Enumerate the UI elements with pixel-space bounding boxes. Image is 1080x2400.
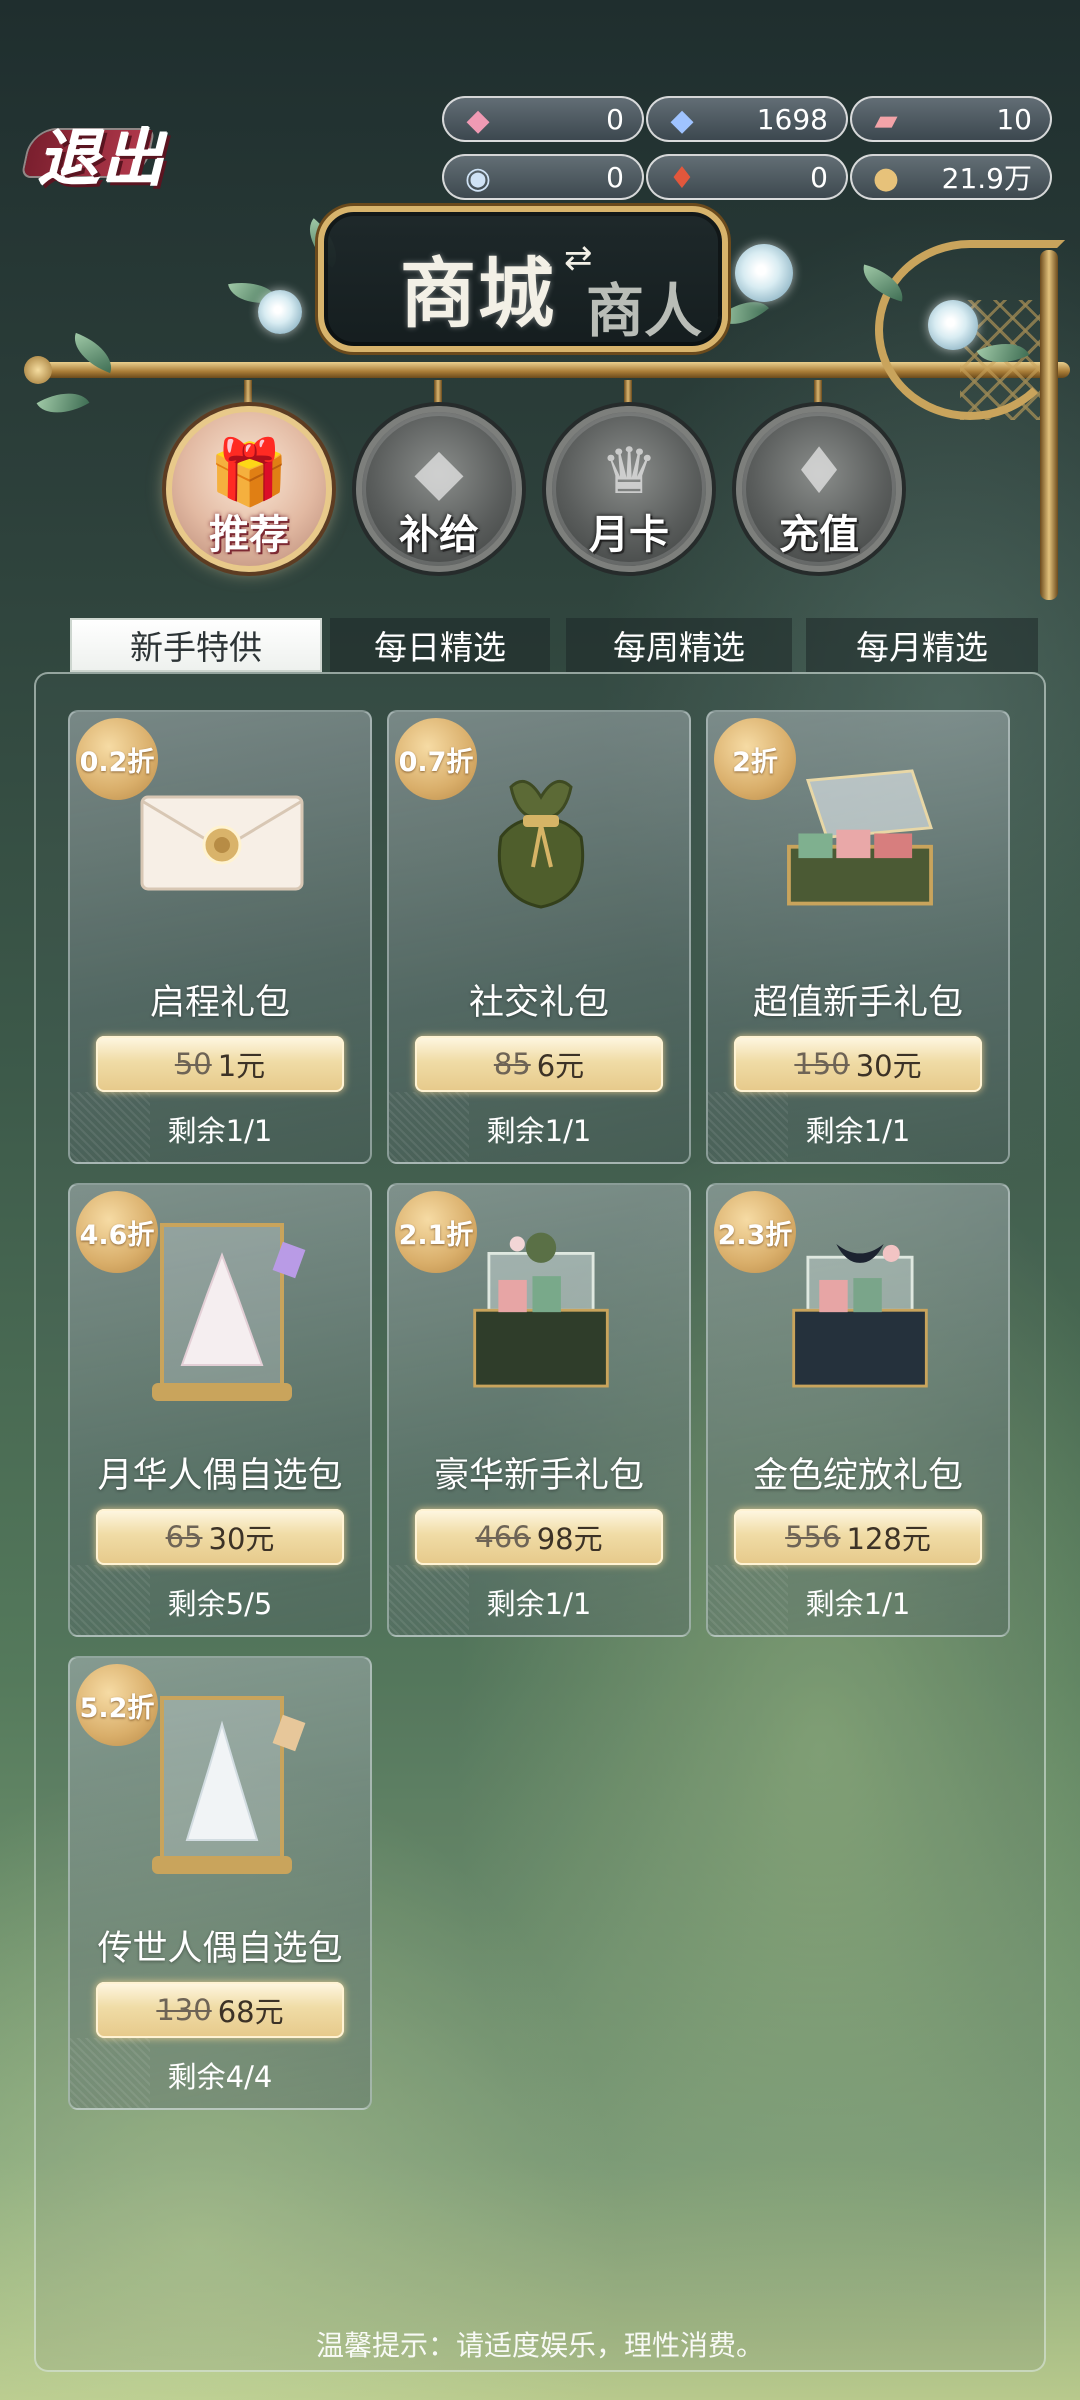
original-price: 65 — [165, 1520, 203, 1554]
stock-remaining: 剩余1/1 — [486, 1587, 592, 1621]
exit-label: 退出 — [37, 122, 166, 195]
green-gift-chest-icon — [451, 1225, 631, 1405]
open-gift-box-icon — [770, 752, 950, 932]
sale-price: 1元 — [217, 1049, 266, 1083]
stock-remaining: 剩余1/1 — [167, 1114, 273, 1148]
original-price: 466 — [475, 1520, 531, 1554]
product-card[interactable]: 4.6折 月华人偶自选包 65 30元 剩余5/5 — [68, 1183, 372, 1637]
tab-newbie-special[interactable]: 新手特供 — [70, 618, 322, 672]
navy-gift-chest-icon — [770, 1225, 950, 1405]
gold-coins-icon: ● — [872, 160, 900, 196]
tab-daily-picks[interactable]: 每日精选 — [330, 618, 550, 672]
product-name: 月华人偶自选包 — [97, 1456, 343, 1496]
tab-weekly-picks[interactable]: 每周精选 — [566, 618, 792, 672]
leaf-decoration — [36, 380, 90, 426]
product-name: 传世人偶自选包 — [97, 1929, 343, 1969]
currency-value: 0 — [606, 160, 624, 194]
original-price: 50 — [174, 1047, 212, 1081]
buy-button[interactable]: 65 30元 — [96, 1509, 344, 1565]
currency-value: 0 — [810, 160, 828, 194]
currency-button-token[interactable]: ◉ 0 — [442, 154, 644, 200]
cloth-pouch-icon — [451, 752, 631, 932]
buy-button[interactable]: 150 30元 — [734, 1036, 982, 1092]
pink-crystal-icon: ◆ — [466, 102, 490, 138]
sale-price: 6元 — [536, 1049, 585, 1083]
sale-price: 30元 — [208, 1522, 275, 1556]
product-name: 启程礼包 — [149, 983, 290, 1023]
category-monthly-card[interactable]: ♛ 月卡 — [546, 380, 712, 572]
currency-pink-ticket[interactable]: ▰ 10 — [850, 96, 1052, 142]
original-price: 130 — [156, 1993, 212, 2027]
white-rose-decoration — [928, 300, 978, 350]
product-name: 豪华新手礼包 — [433, 1456, 644, 1496]
buy-button[interactable]: 466 98元 — [415, 1509, 663, 1565]
product-card[interactable]: 2折 超值新手礼包 150 30元 剩余1/1 — [706, 710, 1010, 1164]
crystal-icon: ◆ — [414, 435, 464, 509]
original-price: 556 — [785, 1520, 841, 1554]
crown-card-icon: ♛ — [600, 435, 658, 509]
buy-button[interactable]: 556 128元 — [734, 1509, 982, 1565]
original-price: 150 — [794, 1047, 850, 1081]
shop-sign: 商城 ⇄ 商人 — [318, 206, 728, 352]
category-supply[interactable]: ◆ 补给 — [356, 380, 522, 572]
sale-price: 128元 — [846, 1522, 931, 1556]
stock-remaining: 剩余1/1 — [486, 1114, 592, 1148]
tab-monthly-picks[interactable]: 每月精选 — [806, 618, 1038, 672]
product-name: 金色绽放礼包 — [752, 1456, 963, 1496]
sale-price: 30元 — [855, 1049, 922, 1083]
product-card[interactable]: 2.3折 金色绽放礼包 556 128元 剩余1/1 — [706, 1183, 1010, 1637]
currency-value: 0 — [606, 102, 624, 136]
button-token-icon: ◉ — [464, 160, 492, 196]
currency-value: 21.9万 — [941, 162, 1032, 195]
original-price: 85 — [493, 1047, 531, 1081]
currency-red-gem[interactable]: ♦ 0 — [646, 154, 848, 200]
gem-icon: ♦ — [790, 435, 848, 509]
blue-crystal-icon: ◆ — [670, 102, 694, 138]
category-recommended[interactable]: 🎁 推荐 — [166, 380, 332, 572]
product-name: 社交礼包 — [468, 983, 609, 1023]
category-recharge[interactable]: ♦ 充值 — [736, 380, 902, 572]
category-label: 补给 — [399, 511, 479, 558]
sign-rod-finial — [24, 356, 52, 384]
product-card[interactable]: 5.2折 传世人偶自选包 130 68元 剩余4/4 — [68, 1656, 372, 2110]
product-card[interactable]: 0.2折 启程礼包 50 1元 剩余1/1 — [68, 710, 372, 1164]
stock-remaining: 剩余1/1 — [805, 1587, 911, 1621]
category-label: 推荐 — [209, 511, 289, 558]
category-label: 月卡 — [589, 511, 669, 558]
pink-ticket-icon: ▰ — [874, 102, 898, 138]
exit-button[interactable]: 退出 — [14, 112, 190, 195]
white-rose-decoration — [735, 244, 793, 302]
currency-value: 1698 — [756, 102, 828, 136]
stock-remaining: 剩余4/4 — [167, 2060, 273, 2094]
merchant-switch[interactable]: 商人 — [586, 264, 702, 348]
buy-button[interactable]: 85 6元 — [415, 1036, 663, 1092]
buy-button[interactable]: 130 68元 — [96, 1982, 344, 2038]
sale-price: 68元 — [217, 1995, 284, 2029]
product-card[interactable]: 2.1折 豪华新手礼包 466 98元 剩余1/1 — [387, 1183, 691, 1637]
product-card[interactable]: 0.7折 社交礼包 85 6元 剩余1/1 — [387, 710, 691, 1164]
sale-price: 98元 — [536, 1522, 603, 1556]
sign-title: 商城 — [400, 249, 556, 338]
envelope-icon — [132, 752, 312, 932]
stock-remaining: 剩余5/5 — [167, 1587, 273, 1621]
currency-gold-coins[interactable]: ● 21.9万 — [850, 154, 1052, 200]
red-gem-icon: ♦ — [668, 160, 696, 196]
buy-button[interactable]: 50 1元 — [96, 1036, 344, 1092]
gift-box-icon: 🎁 — [209, 435, 289, 510]
product-name: 超值新手礼包 — [752, 983, 963, 1023]
category-label: 充值 — [779, 511, 859, 558]
currency-blue-crystal[interactable]: ◆ 1698 — [646, 96, 848, 142]
doll-gown-case-icon — [132, 1696, 312, 1878]
currency-value: 10 — [996, 102, 1032, 136]
currency-pink-crystal[interactable]: ◆ 0 — [442, 96, 644, 142]
doll-dress-case-icon — [132, 1223, 312, 1405]
stock-remaining: 剩余1/1 — [805, 1114, 911, 1148]
white-rose-decoration — [258, 290, 302, 334]
spending-reminder: 温馨提示：请适度娱乐，理性消费。 — [315, 2329, 764, 2362]
